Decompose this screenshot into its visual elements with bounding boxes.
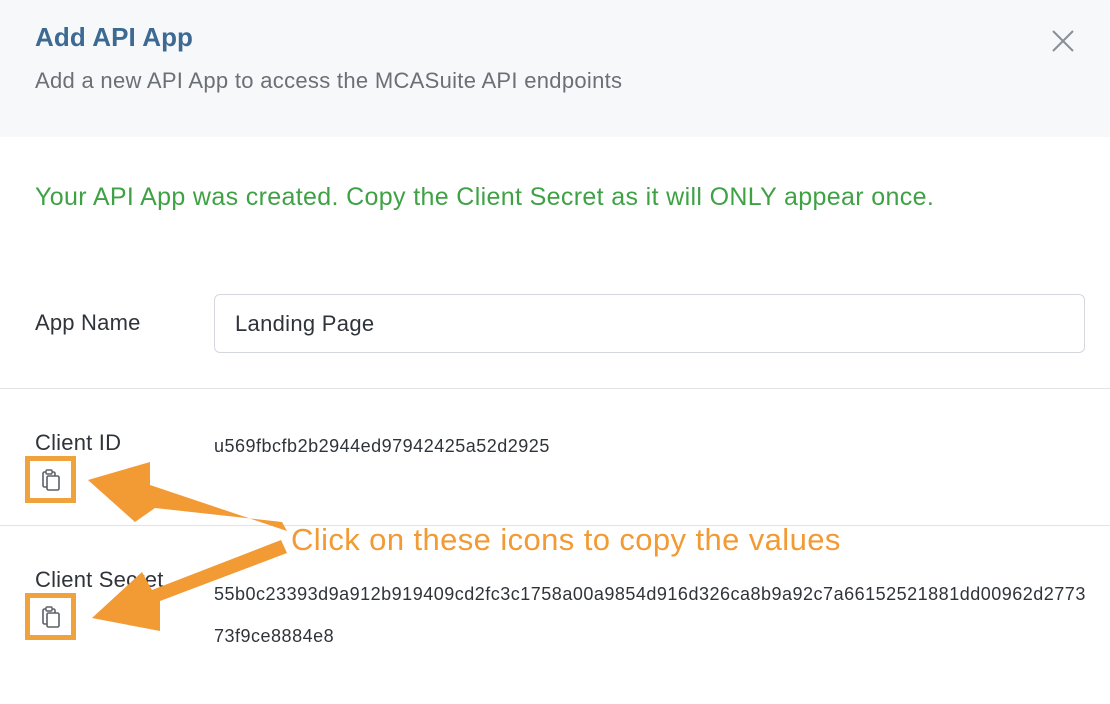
- modal-subtitle: Add a new API App to access the MCASuite…: [35, 68, 623, 93]
- app-name-label: App Name: [35, 310, 141, 335]
- close-icon: [1052, 30, 1074, 52]
- divider: [0, 388, 1110, 389]
- close-button[interactable]: [1048, 26, 1078, 56]
- copy-client-secret-button[interactable]: [25, 593, 76, 640]
- clipboard-icon: [41, 605, 60, 628]
- copy-client-id-button[interactable]: [25, 456, 76, 503]
- client-secret-label: Client Secret: [35, 567, 164, 592]
- client-id-value: u569fbcfb2b2944ed97942425a52d2925: [214, 436, 550, 456]
- clipboard-icon: [41, 468, 60, 491]
- annotation-text: Click on these icons to copy the values: [291, 522, 841, 557]
- modal-title: Add API App: [35, 22, 194, 52]
- divider: [0, 525, 1110, 526]
- annotation-arrow-client-id: [88, 462, 287, 531]
- app-name-input[interactable]: [214, 294, 1085, 353]
- modal-header: Add API App Add a new API App to access …: [0, 0, 1110, 137]
- client-secret-value: 55b0c23393d9a912b919409cd2fc3c1758a00a98…: [214, 584, 1086, 646]
- success-message: Your API App was created. Copy the Clien…: [35, 183, 935, 211]
- client-id-label: Client ID: [35, 430, 122, 455]
